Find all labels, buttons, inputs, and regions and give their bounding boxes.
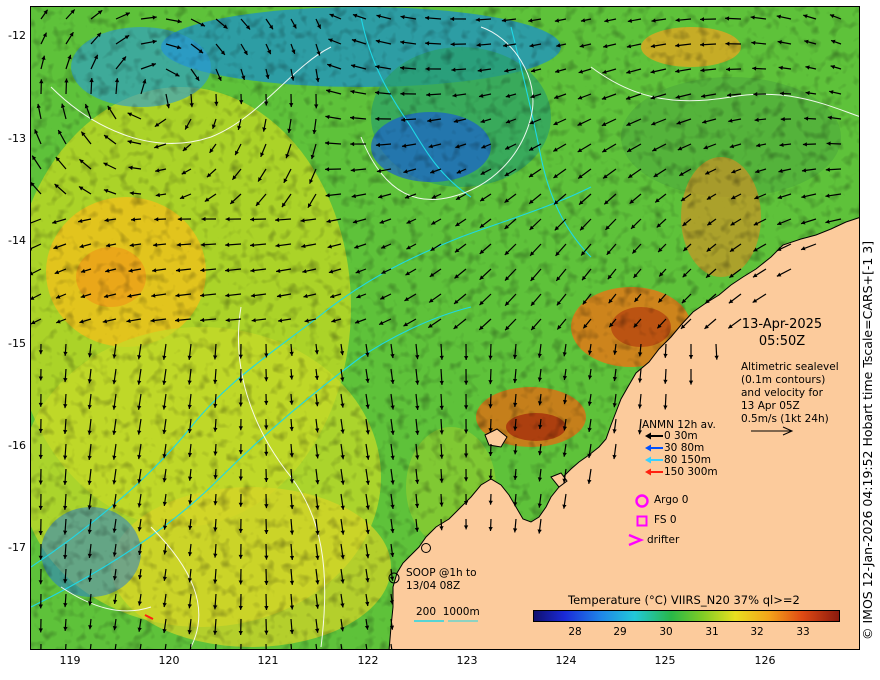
lon-tick: 124	[555, 654, 577, 667]
lat-tick: -13	[8, 132, 26, 145]
datetime-label: 13-Apr-2025 05:50Z	[732, 316, 832, 350]
lat-tick: -14	[8, 234, 26, 247]
anmn-legend-item: 0 30m	[664, 430, 698, 442]
credit-text: © IMOS 12-Jan-2026 04:19:52 Hobart time …	[860, 240, 875, 640]
colorbar-tick: 33	[796, 626, 810, 638]
fs-label: FS 0	[654, 514, 677, 526]
lon-tick: 123	[456, 654, 478, 667]
colorbar-tick: 28	[568, 626, 582, 638]
anmn-legend-arrows	[645, 432, 663, 476]
drifter-label: drifter	[647, 534, 680, 546]
altimetry-line: and velocity for	[741, 387, 823, 399]
altimetry-line: (0.1m contours)	[741, 374, 826, 386]
isobath-shallow-label: 200	[416, 606, 437, 618]
soop-line: 13/04 08Z	[406, 580, 461, 592]
lat-tick: -16	[8, 439, 26, 452]
argo-label: Argo 0	[654, 494, 689, 506]
colorbar	[533, 610, 840, 622]
lon-tick: 119	[59, 654, 81, 667]
colorbar-title: Temperature (°C) VIIRS_N20 37% ql>=2	[568, 593, 800, 607]
isobath-deep-label: 1000m	[442, 606, 480, 618]
lat-tick: -17	[8, 541, 26, 554]
lon-tick: 121	[257, 654, 279, 667]
scale-arrow-icon	[751, 426, 794, 436]
isobath-legend-lines	[414, 620, 478, 622]
date-text: 13-Apr-2025	[741, 317, 823, 332]
altimetry-line: 13 Apr 05Z	[741, 400, 800, 412]
lon-tick: 122	[357, 654, 379, 667]
lat-tick: -15	[8, 337, 26, 350]
colorbar-tick: 30	[659, 626, 673, 638]
soop-line: SOOP @1h to	[406, 567, 477, 579]
colorbar-tick: 31	[705, 626, 719, 638]
anmn-legend-item: 30 80m	[664, 442, 705, 454]
lon-tick: 125	[654, 654, 676, 667]
soop-icon	[388, 572, 400, 584]
colorbar-tick: 32	[750, 626, 764, 638]
lon-tick: 126	[754, 654, 776, 667]
lon-tick: 120	[158, 654, 180, 667]
fs-icon	[636, 515, 648, 527]
time-text: 05:50Z	[758, 334, 806, 349]
altimetry-legend: Altimetric sealevel (0.1m contours) and …	[741, 361, 839, 426]
colorbar-tick: 29	[613, 626, 627, 638]
anmn-legend-item: 80 150m	[664, 454, 711, 466]
soop-label: SOOP @1h to 13/04 08Z	[406, 567, 477, 593]
argo-icon	[635, 494, 649, 508]
altimetry-line: Altimetric sealevel	[741, 361, 839, 373]
drifter-icon	[628, 533, 645, 547]
lat-tick: -12	[8, 29, 26, 42]
anmn-legend-item: 150 300m	[664, 466, 718, 478]
isobath-legend: 200 1000m	[416, 606, 480, 618]
